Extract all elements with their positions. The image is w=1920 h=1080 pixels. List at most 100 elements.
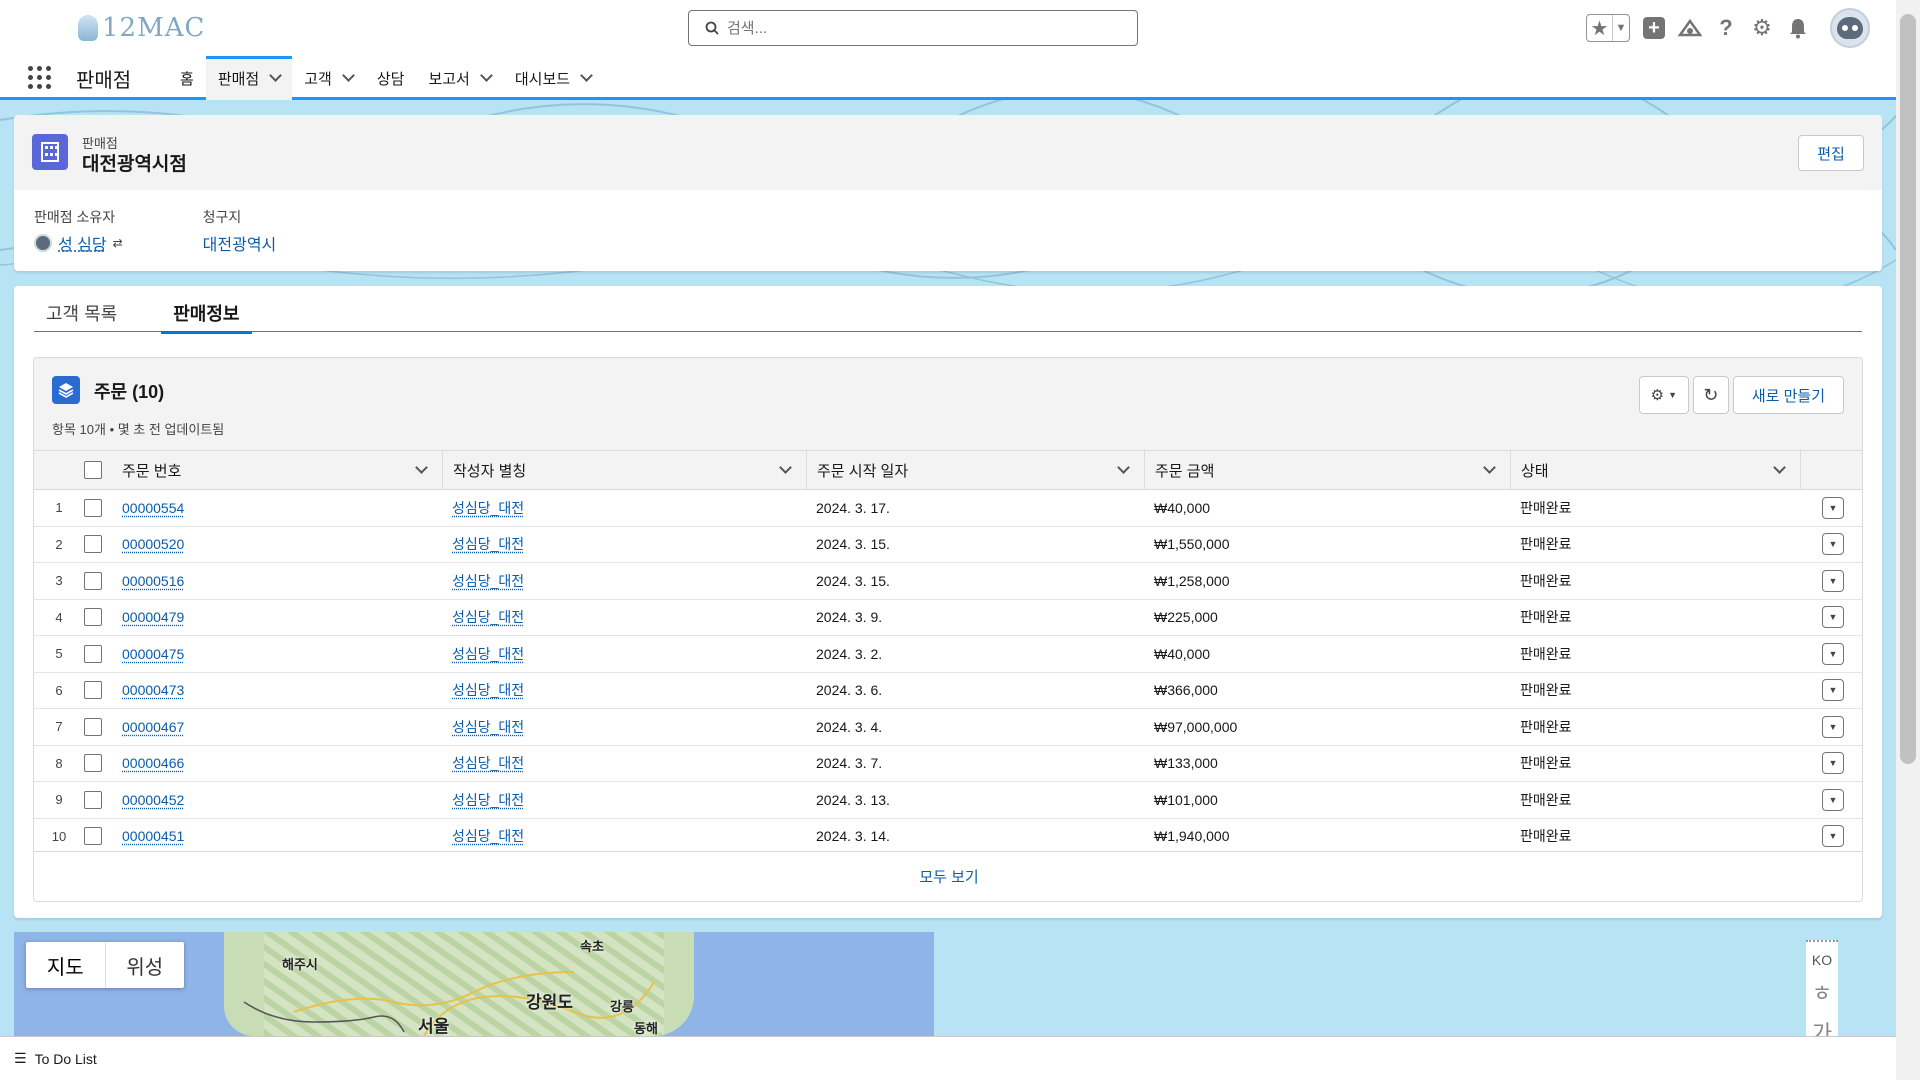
satellite-view-button[interactable]: 위성 [106, 942, 185, 988]
row-checkbox[interactable] [84, 754, 102, 773]
nav-item-reports[interactable]: 보고서 [416, 56, 502, 100]
author-alias-link[interactable]: 성심당_대전 [452, 573, 524, 589]
billing-field-value[interactable]: 대전광역시 [203, 231, 277, 255]
order-number-link[interactable]: 00000473 [122, 682, 184, 698]
nav-item-customers[interactable]: 고객 [292, 56, 365, 100]
row-actions-dropdown-icon[interactable]: ▼ [1822, 825, 1844, 848]
column-header-amount[interactable]: 주문 금액 [1144, 450, 1510, 490]
order-number-link[interactable]: 00000520 [122, 536, 184, 552]
row-action-cell: ▼ [1800, 563, 1862, 600]
row-actions-dropdown-icon[interactable]: ▼ [1822, 606, 1844, 629]
row-checkbox[interactable] [84, 644, 102, 663]
column-header-order-number[interactable]: 주문 번호 [122, 450, 442, 490]
row-actions-dropdown-icon[interactable]: ▼ [1822, 642, 1844, 665]
edit-button[interactable]: 편집 [1798, 135, 1864, 171]
column-header-author-alias[interactable]: 작성자 별칭 [442, 450, 806, 490]
app-launcher-icon[interactable] [28, 66, 52, 90]
global-create-icon[interactable]: + [1642, 14, 1666, 42]
change-owner-icon[interactable]: ⇄ [113, 236, 123, 250]
list-settings-button[interactable]: ⚙ ▼ [1638, 376, 1689, 414]
user-avatar[interactable] [1830, 8, 1870, 48]
row-actions-dropdown-icon[interactable]: ▼ [1822, 496, 1844, 519]
scrollbar-thumb[interactable] [1900, 14, 1916, 764]
tab-sales-info[interactable]: 판매정보 [161, 294, 252, 334]
column-header-status[interactable]: 상태 [1510, 450, 1800, 490]
row-actions-dropdown-icon[interactable]: ▼ [1822, 679, 1844, 702]
chevron-down-icon[interactable] [479, 69, 493, 82]
row-checkbox[interactable] [84, 608, 102, 627]
nav-item-stores[interactable]: 판매점 [205, 56, 293, 100]
author-alias-link[interactable]: 성심당_대전 [452, 828, 524, 844]
amount-cell: ₩133,000 [1154, 755, 1218, 772]
select-all-checkbox[interactable] [84, 461, 102, 479]
chevron-down-icon[interactable] [1773, 461, 1786, 474]
ime-lang-label[interactable]: KO [1812, 952, 1832, 968]
nav-item-home[interactable]: 홈 [168, 56, 206, 100]
search-input[interactable] [727, 19, 1107, 37]
map-view-button[interactable]: 지도 [26, 942, 106, 988]
chevron-down-icon[interactable] [1117, 461, 1130, 474]
order-number-link[interactable]: 00000475 [122, 646, 184, 662]
nav-item-dashboards[interactable]: 대시보드 [503, 56, 603, 100]
status-cell: 판매완료 [1520, 828, 1572, 845]
gear-icon[interactable]: ⚙ [1750, 14, 1774, 42]
table-row: 9 00000452 성심당_대전 2024. 3. 13. ₩101,000 판매완료 ▼ [34, 781, 1862, 819]
favorites-star-icon[interactable]: ★ [1587, 15, 1613, 41]
author-alias-link[interactable]: 성심당_대전 [452, 536, 524, 552]
row-actions-dropdown-icon[interactable]: ▼ [1822, 715, 1844, 738]
chevron-down-icon[interactable] [779, 461, 792, 474]
order-number-link[interactable]: 00000452 [122, 792, 184, 808]
author-alias-cell: 성심당_대전 [442, 490, 806, 527]
row-actions-dropdown-icon[interactable]: ▼ [1822, 569, 1844, 592]
author-alias-link[interactable]: 성심당_대전 [452, 609, 524, 625]
author-alias-link[interactable]: 성심당_대전 [452, 500, 524, 516]
global-header: 12MAC ★ ▼ + ? ⚙ [0, 0, 1896, 56]
order-number-link[interactable]: 00000467 [122, 719, 184, 735]
row-checkbox[interactable] [84, 790, 102, 809]
view-all-link[interactable]: 모두 보기 [34, 851, 1862, 901]
author-alias-link[interactable]: 성심당_대전 [452, 682, 524, 698]
related-list-title[interactable]: 주문 (10) [94, 378, 164, 404]
owner-link[interactable]: 성 심당 [58, 231, 107, 255]
global-search[interactable] [688, 10, 1138, 46]
order-number-link[interactable]: 00000554 [122, 500, 184, 516]
tab-customer-list[interactable]: 고객 목록 [34, 294, 129, 332]
author-alias-link[interactable]: 성심당_대전 [452, 792, 524, 808]
row-checkbox[interactable] [84, 681, 102, 700]
row-actions-dropdown-icon[interactable]: ▼ [1822, 533, 1844, 556]
ime-hangul-mode-icon[interactable]: ㅎ [1812, 976, 1832, 1008]
order-number-link[interactable]: 00000451 [122, 828, 184, 844]
app-logo[interactable]: 12MAC [78, 12, 205, 44]
row-checkbox[interactable] [84, 571, 102, 590]
refresh-button[interactable]: ↻ [1692, 376, 1729, 414]
row-actions-dropdown-icon[interactable]: ▼ [1822, 752, 1844, 775]
todo-list-label[interactable]: To Do List [35, 1051, 97, 1067]
chevron-down-icon[interactable] [341, 69, 355, 82]
row-checkbox[interactable] [84, 535, 102, 554]
chevron-down-icon[interactable] [1483, 461, 1496, 474]
author-alias-cell: 성심당_대전 [442, 782, 806, 819]
chevron-down-icon[interactable] [580, 69, 593, 82]
row-checkbox[interactable] [84, 717, 102, 736]
row-checkbox[interactable] [84, 498, 102, 517]
notification-bell-icon[interactable] [1786, 14, 1810, 42]
chevron-down-icon[interactable] [415, 461, 428, 474]
location-map[interactable]: 지도 위성 해주시 속초 강원도 강릉 서울 동해 [14, 932, 934, 1036]
order-number-link[interactable]: 00000479 [122, 609, 184, 625]
trailhead-icon[interactable] [1678, 14, 1702, 42]
author-alias-link[interactable]: 성심당_대전 [452, 646, 524, 662]
help-icon[interactable]: ? [1714, 14, 1738, 42]
table-header-row: 주문 번호 작성자 별칭 주문 시작 일자 주문 금액 상태 [34, 450, 1862, 490]
todo-list-icon[interactable]: ☰ [14, 1050, 27, 1067]
order-number-link[interactable]: 00000516 [122, 573, 184, 589]
author-alias-link[interactable]: 성심당_대전 [452, 719, 524, 735]
author-alias-link[interactable]: 성심당_대전 [452, 755, 524, 771]
new-order-button[interactable]: 새로 만들기 [1732, 376, 1844, 414]
row-actions-dropdown-icon[interactable]: ▼ [1822, 788, 1844, 811]
chevron-down-icon[interactable] [269, 69, 283, 82]
column-header-start-date[interactable]: 주문 시작 일자 [806, 450, 1144, 490]
favorites-menu-icon[interactable]: ▼ [1613, 15, 1629, 41]
row-checkbox[interactable] [84, 827, 102, 846]
nav-item-consultation[interactable]: 상담 [365, 56, 417, 100]
order-number-link[interactable]: 00000466 [122, 755, 184, 771]
